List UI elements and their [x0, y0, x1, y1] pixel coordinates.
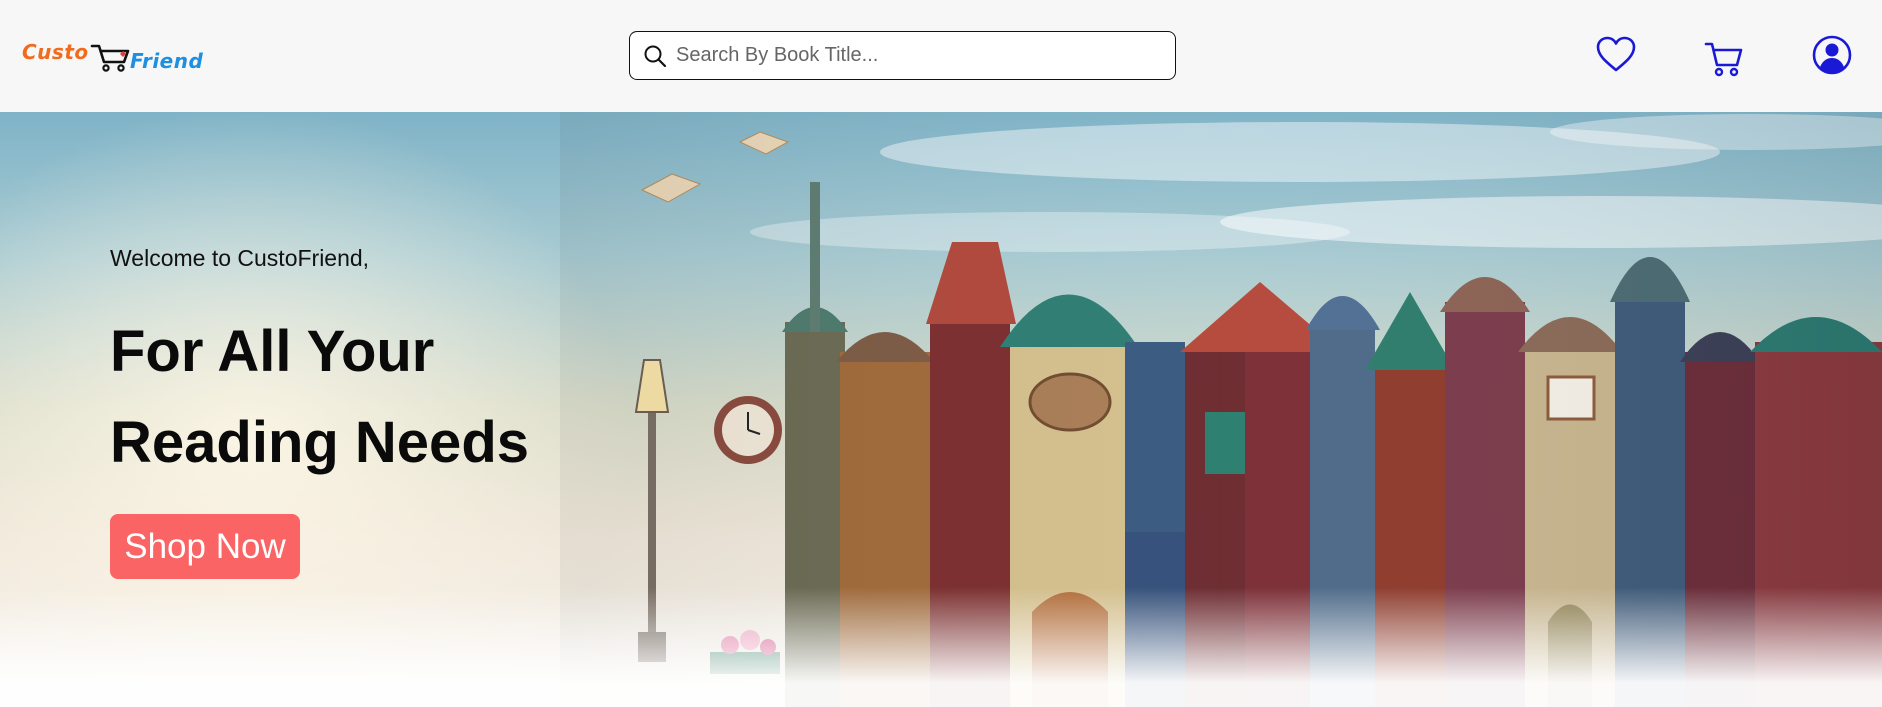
- hero-headline-line-1: For All Your: [110, 319, 435, 384]
- hero-ground-fade: [0, 587, 1882, 707]
- shopping-cart-icon: [90, 44, 130, 72]
- shop-now-button[interactable]: Shop Now: [110, 514, 300, 579]
- hero-banner: Welcome to CustoFriend, For All Your Rea…: [0, 112, 1882, 707]
- cart-icon[interactable]: [1703, 38, 1745, 80]
- heart-icon[interactable]: [1595, 34, 1637, 76]
- top-navbar: Custo Friend: [0, 0, 1882, 112]
- search-bar: [629, 31, 1176, 80]
- logo-text-custo: Custo: [22, 40, 89, 64]
- user-account-icon[interactable]: [1811, 34, 1853, 76]
- hero-welcome-text: Welcome to CustoFriend,: [110, 245, 370, 271]
- hero-headline-line-2: Reading Needs: [110, 410, 529, 475]
- brand-logo[interactable]: Custo Friend: [22, 40, 212, 74]
- logo-text-friend: Friend: [130, 49, 204, 73]
- search-input[interactable]: [676, 40, 1166, 70]
- search-icon[interactable]: [642, 43, 668, 69]
- hero-headline: For All Your Reading Needs: [110, 306, 710, 488]
